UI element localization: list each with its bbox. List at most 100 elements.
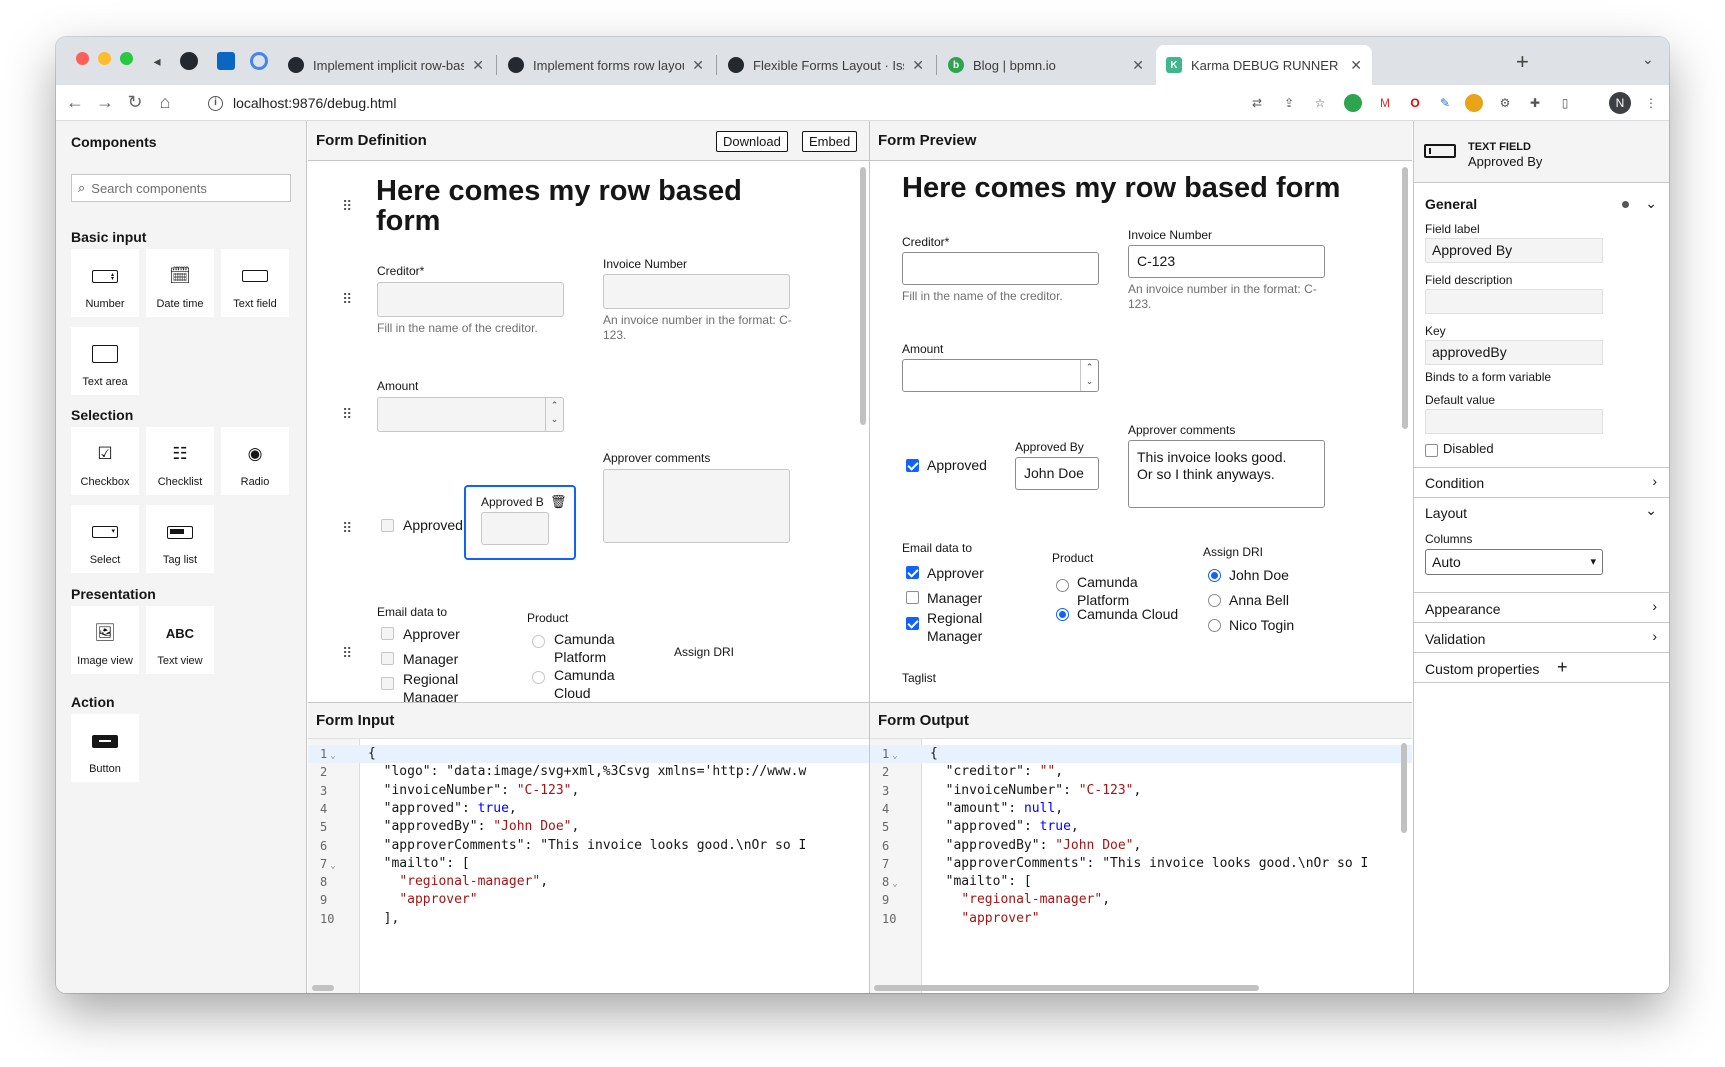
- preview-scrollbar[interactable]: [1402, 167, 1408, 429]
- extension-eyedropper-icon[interactable]: ✎: [1436, 94, 1454, 112]
- output-horizontal-scrollbar[interactable]: [874, 985, 1259, 991]
- share-icon[interactable]: ⇪: [1280, 94, 1298, 112]
- preview-email-regional-manager-checkbox[interactable]: [906, 617, 919, 630]
- tab-search-icon[interactable]: ⌄: [1642, 51, 1654, 68]
- number-stepper-icon[interactable]: ⌃ ⌄: [545, 398, 563, 431]
- close-tab-icon[interactable]: ✕: [1350, 57, 1362, 74]
- tab-implement-implicit[interactable]: Implement implicit row-based l ✕: [278, 45, 494, 85]
- zoom-window-button[interactable]: [120, 52, 133, 65]
- product-cloud-radio[interactable]: [532, 671, 545, 684]
- appearance-section[interactable]: Appearance ›: [1414, 593, 1669, 623]
- columns-select[interactable]: Auto ▾: [1425, 549, 1603, 575]
- preview-product-cloud-radio[interactable]: [1056, 608, 1069, 621]
- drag-handle-icon[interactable]: ⠿: [342, 291, 352, 308]
- fold-chevron-icon[interactable]: ⌄: [330, 751, 335, 761]
- close-tab-icon[interactable]: ✕: [472, 57, 484, 74]
- close-tab-icon[interactable]: ✕: [692, 57, 704, 74]
- preview-creditor-input[interactable]: [902, 252, 1099, 285]
- chevron-down-icon[interactable]: ⌄: [1645, 195, 1657, 212]
- palette-item-checklist[interactable]: ☷ Checklist: [146, 427, 214, 495]
- email-approver-checkbox[interactable]: [381, 627, 394, 640]
- creditor-input-placeholder[interactable]: [377, 282, 564, 317]
- side-panel-icon[interactable]: ▯: [1556, 94, 1574, 112]
- site-info-icon[interactable]: i: [208, 95, 223, 111]
- general-section-title[interactable]: General: [1425, 196, 1477, 212]
- extension-opera-icon[interactable]: O: [1406, 94, 1424, 112]
- approved-by-field-selected[interactable]: Approved B 🗑: [464, 485, 576, 560]
- browser-menu-icon[interactable]: ⋮: [1642, 94, 1660, 112]
- palette-item-select[interactable]: ▾ Select: [71, 505, 139, 573]
- drag-handle-icon[interactable]: ⠿: [342, 520, 352, 537]
- back-icon[interactable]: ←: [64, 92, 86, 113]
- chevron-down-icon[interactable]: ⌄: [1645, 502, 1657, 519]
- palette-item-text-field[interactable]: Text field: [221, 249, 289, 317]
- field-description-input[interactable]: [1425, 289, 1603, 314]
- input-horizontal-scrollbar[interactable]: [312, 985, 334, 991]
- close-tab-icon[interactable]: ✕: [912, 57, 924, 74]
- add-plus-icon[interactable]: +: [1557, 657, 1568, 678]
- delete-trash-icon[interactable]: 🗑: [550, 494, 567, 510]
- default-value-input[interactable]: [1425, 409, 1603, 434]
- palette-item-radio[interactable]: ◉ Radio: [221, 427, 289, 495]
- extension-gear-icon[interactable]: ⚙: [1496, 94, 1514, 112]
- fold-chevron-icon[interactable]: ⌄: [892, 879, 897, 889]
- reload-icon[interactable]: ↻: [124, 92, 146, 113]
- search-components-input[interactable]: ⌕ Search components: [71, 174, 291, 202]
- approver-comments-placeholder[interactable]: [603, 469, 790, 543]
- tab-blog[interactable]: b Blog | bpmn.io ✕: [938, 45, 1154, 85]
- extension-grammarly-icon[interactable]: [1344, 94, 1362, 112]
- preview-dri-john-radio[interactable]: [1208, 569, 1221, 582]
- key-input[interactable]: approvedBy: [1425, 340, 1603, 365]
- fold-chevron-icon[interactable]: ⌄: [892, 751, 897, 761]
- palette-item-tag-list[interactable]: Tag list: [146, 505, 214, 573]
- download-button[interactable]: Download: [716, 131, 788, 152]
- address-bar[interactable]: i localhost:9876/debug.html: [196, 89, 1276, 117]
- preview-product-platform-radio[interactable]: [1056, 579, 1069, 592]
- email-manager-checkbox[interactable]: [381, 652, 394, 665]
- approved-by-input-placeholder[interactable]: [481, 512, 549, 545]
- amount-input-placeholder[interactable]: ⌃ ⌄: [377, 397, 564, 432]
- palette-item-date-time[interactable]: 🗓 Date time: [146, 249, 214, 317]
- minimize-window-button[interactable]: [98, 52, 111, 65]
- preview-approved-checkbox[interactable]: [906, 459, 919, 472]
- github-pinned-tab-icon[interactable]: [180, 52, 198, 70]
- chrome-pinned-tab-icon[interactable]: [250, 52, 268, 70]
- bookmark-star-icon[interactable]: ☆: [1311, 94, 1329, 112]
- preview-comments-textarea[interactable]: This invoice looks good. Or so I think a…: [1128, 440, 1325, 508]
- product-platform-radio[interactable]: [532, 635, 545, 648]
- fold-chevron-icon[interactable]: ⌄: [330, 861, 335, 871]
- mute-tab-icon[interactable]: ◂: [148, 52, 166, 70]
- drag-handle-icon[interactable]: ⠿: [342, 406, 352, 423]
- preview-invoice-input[interactable]: C-123: [1128, 245, 1325, 278]
- translate-icon[interactable]: ⇄: [1248, 94, 1266, 112]
- close-tab-icon[interactable]: ✕: [1132, 57, 1144, 74]
- palette-item-text-area[interactable]: Text area: [71, 327, 139, 395]
- form-output-editor[interactable]: 1 ⌄{2 "creditor": "", 3 "invoiceNumber": "…: [870, 739, 1412, 993]
- extension-mail-icon[interactable]: M: [1376, 94, 1394, 112]
- preview-email-approver-checkbox[interactable]: [906, 566, 919, 579]
- custom-properties-section[interactable]: Custom properties +: [1414, 653, 1669, 683]
- tab-flexible-forms[interactable]: Flexible Forms Layout · Issue # ✕: [718, 45, 934, 85]
- validation-section[interactable]: Validation ›: [1414, 623, 1669, 653]
- drag-handle-icon[interactable]: ⠿: [342, 198, 352, 215]
- approved-checkbox-placeholder[interactable]: [381, 519, 394, 532]
- embed-button[interactable]: Embed: [802, 131, 858, 152]
- preview-dri-anna-radio[interactable]: [1208, 594, 1221, 607]
- palette-item-button[interactable]: Button: [71, 714, 139, 782]
- number-stepper-icon[interactable]: ⌃ ⌄: [1080, 360, 1098, 391]
- form-input-editor[interactable]: 1 ⌄ {2 "logo": "data:image/svg+xml,%3Csvg …: [308, 739, 869, 993]
- new-tab-icon[interactable]: +: [1516, 49, 1529, 75]
- form-title-element[interactable]: Here comes my row based form: [376, 176, 756, 236]
- palette-item-checkbox[interactable]: ☑ Checkbox: [71, 427, 139, 495]
- tab-karma[interactable]: K Karma DEBUG RUNNER ✕: [1156, 45, 1372, 85]
- layout-section-title[interactable]: Layout: [1425, 505, 1467, 521]
- email-regional-manager-checkbox[interactable]: [381, 677, 394, 690]
- extension-cookie-icon[interactable]: [1465, 94, 1483, 112]
- preview-approved-by-input[interactable]: John Doe: [1015, 457, 1099, 490]
- forward-icon[interactable]: →: [94, 92, 116, 113]
- close-window-button[interactable]: [76, 52, 89, 65]
- preview-dri-nico-radio[interactable]: [1208, 619, 1221, 632]
- drag-handle-icon[interactable]: ⠿: [342, 645, 352, 662]
- palette-item-text-view[interactable]: ABC Text view: [146, 606, 214, 674]
- profile-avatar[interactable]: N: [1609, 92, 1631, 114]
